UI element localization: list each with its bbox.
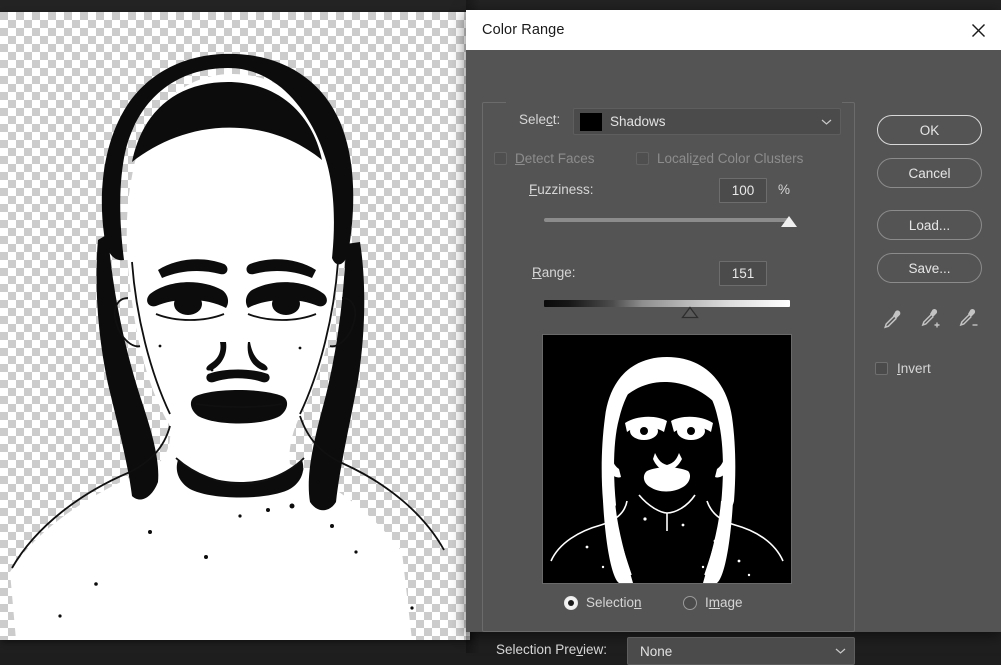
fuzziness-label: Fuzziness:	[529, 182, 594, 197]
dialog-title: Color Range	[482, 22, 565, 38]
range-slider-handle[interactable]	[681, 306, 699, 319]
image-radio-label: Image	[705, 595, 743, 610]
color-range-dialog: Color Range Select: Shadows Detect Faces	[466, 10, 1001, 632]
chevron-down-icon	[821, 118, 832, 125]
document-canvas[interactable]	[0, 12, 470, 640]
preview-mode-selection-radio[interactable]: Selection	[564, 595, 642, 610]
select-dropdown-value: Shadows	[610, 115, 666, 129]
groupbox-top-gap	[506, 102, 842, 105]
close-icon[interactable]	[955, 10, 1001, 50]
dialog-titlebar[interactable]: Color Range	[466, 10, 1001, 50]
fuzziness-input[interactable]: 100	[719, 178, 767, 203]
fuzziness-unit-label: %	[778, 182, 790, 197]
selection-radio-dot	[564, 596, 578, 610]
localized-color-clusters-checkbox[interactable]: Localized Color Clusters	[636, 151, 803, 166]
eyedropper-subtract-icon[interactable]	[957, 307, 981, 331]
save-button[interactable]: Save...	[877, 253, 982, 283]
invert-checkbox-box	[875, 362, 888, 375]
fuzziness-slider-track[interactable]	[544, 218, 790, 222]
selection-preview-dropdown[interactable]: None	[627, 637, 855, 665]
shadows-color-swatch	[580, 113, 602, 131]
detect-faces-checkbox[interactable]: Detect Faces	[494, 151, 595, 166]
eyedropper-sample-icon[interactable]	[881, 307, 905, 331]
select-dropdown[interactable]: Shadows	[573, 108, 841, 135]
load-button[interactable]: Load...	[877, 210, 982, 240]
dialog-body: Select: Shadows Detect Faces Localized C…	[466, 50, 1001, 632]
selection-preview-value: None	[640, 644, 672, 659]
detect-faces-label: Detect Faces	[515, 151, 595, 166]
eyedropper-add-icon[interactable]	[919, 307, 943, 331]
selection-preview-thumbnail[interactable]	[542, 334, 792, 584]
invert-label: Invert	[897, 361, 931, 376]
image-radio-dot	[683, 596, 697, 610]
range-slider-track[interactable]	[544, 300, 790, 307]
selection-radio-label: Selection	[586, 595, 642, 610]
localized-color-clusters-checkbox-box	[636, 152, 649, 165]
invert-checkbox[interactable]: Invert	[875, 361, 931, 376]
chevron-down-icon	[835, 648, 846, 655]
selection-preview-label: Selection Preview:	[496, 642, 607, 657]
localized-color-clusters-label: Localized Color Clusters	[657, 151, 803, 166]
cancel-button[interactable]: Cancel	[877, 158, 982, 188]
canvas-artwork	[0, 12, 470, 640]
selection-mask-image	[543, 335, 791, 583]
detect-faces-checkbox-box	[494, 152, 507, 165]
fuzziness-slider-handle[interactable]	[781, 216, 797, 227]
select-label: Select:	[519, 112, 560, 127]
range-input[interactable]: 151	[719, 261, 767, 286]
range-label: Range:	[532, 265, 576, 280]
ok-button[interactable]: OK	[877, 115, 982, 145]
preview-mode-image-radio[interactable]: Image	[683, 595, 743, 610]
